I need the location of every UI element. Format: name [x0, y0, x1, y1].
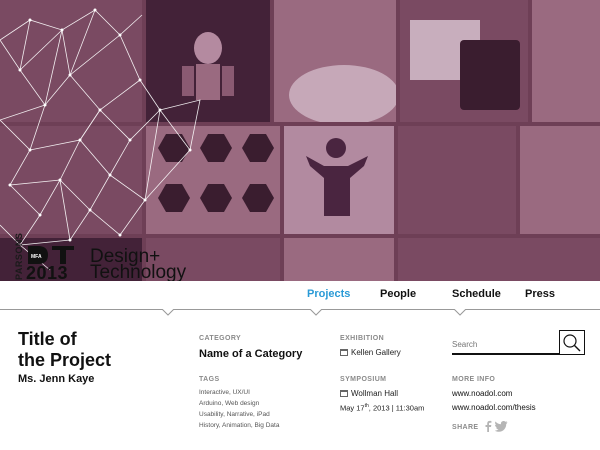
nav-item-people[interactable]: People: [380, 288, 416, 300]
search-icon: [563, 334, 581, 352]
project-author: Ms. Jenn Kaye: [18, 373, 95, 385]
search-input[interactable]: [452, 336, 557, 352]
symposium-venue: Wollman Hall: [351, 389, 398, 398]
logo-mfa-text: MFA: [31, 254, 42, 260]
search-underline: [452, 353, 562, 355]
more-info-link[interactable]: www.noadol.com: [452, 389, 512, 398]
project-title-line: Title of: [18, 329, 77, 349]
search-button[interactable]: [559, 330, 585, 355]
logo-technology-text: Technology: [90, 262, 187, 281]
exhibition-venue: Kellen Gallery: [351, 348, 401, 357]
calendar-icon: [340, 349, 348, 356]
nav-item-projects[interactable]: Projects: [307, 288, 350, 300]
tag-line[interactable]: Interactive, UX/UI: [199, 388, 250, 398]
nav-item-press[interactable]: Press: [525, 288, 555, 300]
exhibition-value: Kellen Gallery: [340, 348, 401, 357]
more-info-label: MORE INFO: [452, 376, 496, 383]
tag-line[interactable]: Arduino, Web design: [199, 399, 259, 409]
nav-item-schedule[interactable]: Schedule: [452, 288, 501, 300]
logo-year: 2013: [26, 263, 69, 281]
tag-line[interactable]: Usability, Narrative, iPad: [199, 410, 270, 420]
twitter-icon[interactable]: [495, 421, 508, 432]
nav-divider: [0, 309, 600, 310]
tag-line[interactable]: History, Animation, Big Data: [199, 421, 279, 431]
site-logo[interactable]: PARSONS MFA 2013 Design+ Technology: [14, 232, 214, 281]
more-info-link[interactable]: www.noadol.com/thesis: [452, 403, 536, 412]
exhibition-label: EXHIBITION: [340, 335, 385, 342]
symposium-date: May 17th, 2013 | 11:30am: [340, 403, 424, 413]
facebook-icon[interactable]: [484, 420, 492, 432]
share-label: SHARE: [452, 424, 479, 431]
hero-collage: PARSONS MFA 2013 Design+ Technology: [0, 0, 600, 281]
network-lines-graphic: [0, 8, 201, 271]
category-label: CATEGORY: [199, 335, 242, 342]
logo-school-text: PARSONS: [14, 232, 24, 280]
main-nav: Projects People Schedule Press: [0, 281, 600, 316]
symposium-label: SYMPOSIUM: [340, 376, 387, 383]
category-value[interactable]: Name of a Category: [199, 348, 302, 360]
symposium-date-main: May 17: [340, 403, 365, 413]
calendar-icon: [340, 390, 348, 397]
search-box: [452, 330, 585, 356]
symposium-date-time: , 2013 | 11:30am: [368, 403, 425, 413]
project-info: Title of the Project Ms. Jenn Kaye CATEG…: [0, 313, 600, 450]
project-title: Title of the Project: [18, 329, 168, 371]
project-title-line: the Project: [18, 350, 112, 370]
tags-label: TAGS: [199, 376, 220, 383]
symposium-value: Wollman Hall: [340, 389, 398, 398]
